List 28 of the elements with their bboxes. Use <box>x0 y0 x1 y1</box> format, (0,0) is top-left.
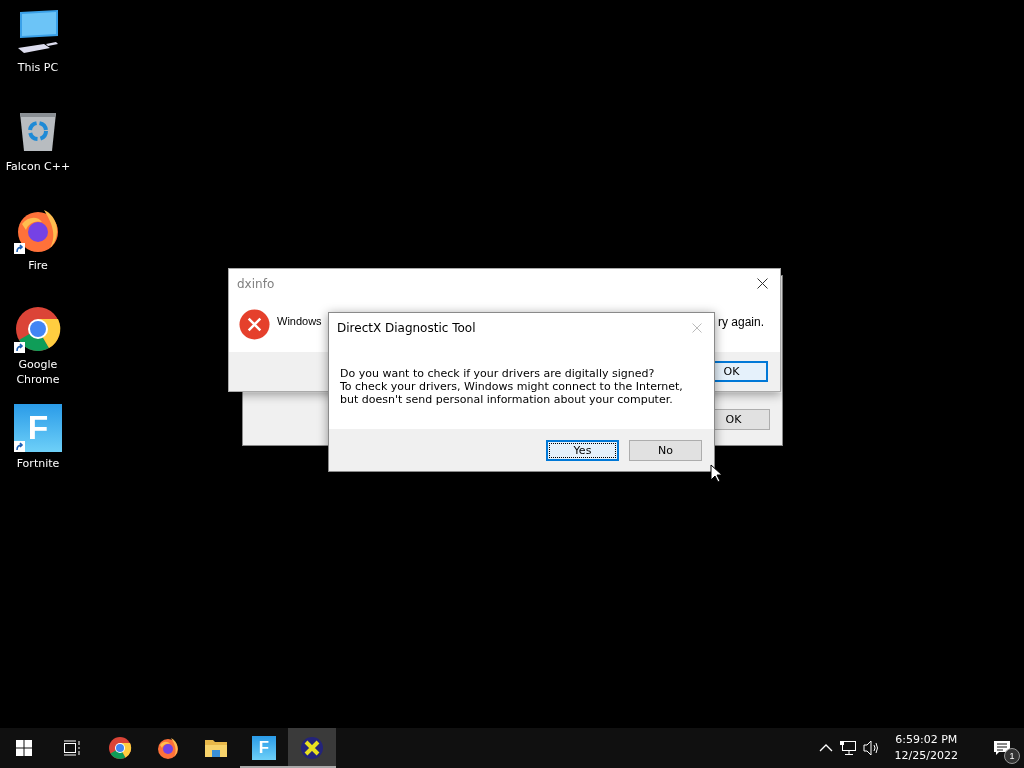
clock-date[interactable]: 12/25/2022 <box>894 748 958 764</box>
desktop-icon-label[interactable]: Google Chrome <box>2 357 74 387</box>
fortnite-icon: F <box>14 404 62 452</box>
dialog-button[interactable]: No <box>629 439 702 461</box>
firefox-icon <box>156 736 180 760</box>
desktop-icon-label[interactable]: Fortnite <box>2 456 74 471</box>
notification-icon[interactable] <box>993 740 1011 756</box>
window-title: DirectX Diagnostic Tool <box>337 321 476 335</box>
desktop-icon-label[interactable]: Falcon C++ <box>2 159 74 174</box>
dialog-message: Do you want to check if your drivers are digitally signed? To check your drivers, Windows might connect to the Internet, but doesn't send personal information about your computer. <box>340 367 684 406</box>
clock-time[interactable]: 6:59:02 PM <box>895 732 958 748</box>
chevron-up-icon[interactable] <box>818 743 833 753</box>
dialog-button[interactable]: Yes <box>546 439 619 461</box>
window-title: dxinfo <box>237 277 275 291</box>
desktop-icon-label[interactable]: This PC <box>2 60 74 75</box>
error-message: ry again. <box>718 315 765 329</box>
notification-count: 1 <box>1004 748 1020 764</box>
directx-icon[interactable] <box>300 736 324 760</box>
chrome-icon <box>14 305 62 353</box>
chrome-icon <box>108 736 132 760</box>
fortnite-icon: F <box>252 736 276 760</box>
speaker-icon[interactable] <box>862 740 881 756</box>
task-view-icon[interactable] <box>63 740 81 756</box>
network-icon[interactable] <box>838 740 857 756</box>
windows-start-icon[interactable] <box>16 740 32 756</box>
error-message: Windows <box>277 315 322 327</box>
desktop-icon-label[interactable]: Fire <box>2 258 74 273</box>
error-icon <box>239 309 270 340</box>
